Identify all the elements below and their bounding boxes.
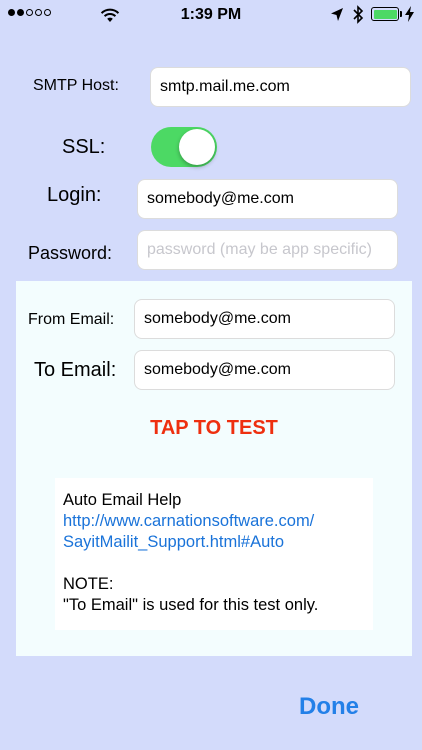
charging-bolt-icon [405,6,414,22]
note-text: "To Email" is used for this test only. [63,596,319,614]
ssl-toggle[interactable] [151,127,217,167]
battery-nub [400,11,402,17]
tap-to-test-button[interactable]: TAP TO TEST [16,417,412,440]
help-title: Auto Email Help [63,491,182,509]
done-button[interactable]: Done [299,693,359,721]
smtp-host-field[interactable]: smtp.mail.me.com [150,67,411,107]
from-email-field[interactable]: somebody@me.com [134,299,395,339]
location-arrow-icon [331,8,343,21]
password-field[interactable]: password (may be app specific) [137,230,398,270]
help-link-line2[interactable]: SayitMailit_Support.html#Auto [63,532,373,553]
to-email-label: To Email: [34,359,117,381]
bluetooth-icon [353,5,364,24]
note-title: NOTE: [63,575,114,593]
smtp-host-label: SMTP Host: [33,77,119,94]
password-label: Password: [28,243,113,263]
login-field[interactable]: somebody@me.com [137,179,398,219]
toggle-knob [179,129,215,165]
help-link-line1[interactable]: http://www.carnationsoftware.com/ [63,511,373,532]
to-email-field[interactable]: somebody@me.com [134,350,395,390]
battery-icon [371,7,399,21]
from-email-label: From Email: [28,311,115,328]
login-label: Login: [47,184,102,206]
status-bar: 1:39 PM [0,0,422,30]
ssl-label: SSL: [62,136,106,158]
help-box: Auto Email Help http://www.carnationsoft… [55,478,373,630]
